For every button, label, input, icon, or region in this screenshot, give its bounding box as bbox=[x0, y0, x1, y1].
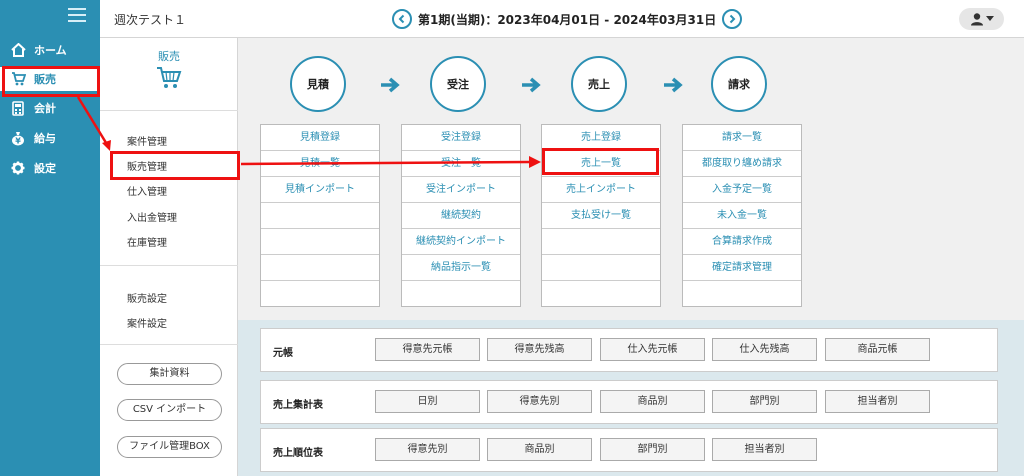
annotation-arrow bbox=[240, 160, 531, 166]
annotation-arrow bbox=[76, 96, 110, 147]
annotation-arrowhead bbox=[102, 140, 111, 151]
annotation-arrows bbox=[76, 96, 541, 168]
annotation-arrowhead bbox=[529, 156, 541, 168]
